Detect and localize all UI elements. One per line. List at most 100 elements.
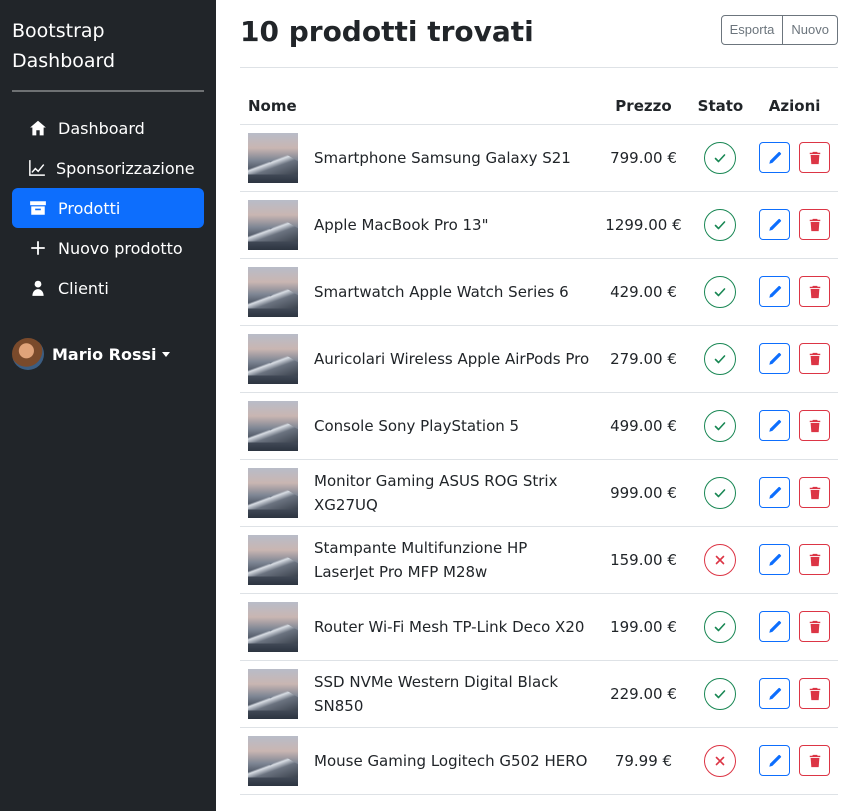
- table-row: SSD NVMe Western Digital Black SN850 229…: [240, 660, 838, 728]
- product-name: Monitor Gaming ASUS ROG Strix XG27UQ: [306, 459, 598, 527]
- new-button[interactable]: Nuovo: [783, 14, 838, 45]
- product-price: 1299.00 €: [597, 191, 690, 259]
- sidebar-item-dashboard[interactable]: Dashboard: [12, 108, 204, 148]
- edit-button[interactable]: [759, 209, 791, 240]
- table-row: Apple MacBook Pro 13" 1299.00 €: [240, 191, 838, 259]
- table-row: Console Sony PlayStation 5 499.00 €: [240, 392, 838, 460]
- page-header: 10 prodotti trovati Esporta Nuovo: [240, 0, 838, 68]
- status-error-icon: [704, 543, 737, 576]
- edit-button[interactable]: [759, 745, 791, 776]
- trash-icon: [809, 352, 820, 365]
- edit-button[interactable]: [759, 343, 791, 374]
- user-icon: [28, 278, 48, 298]
- product-image-cell: [240, 258, 306, 326]
- edit-button[interactable]: [759, 678, 791, 709]
- product-thumbnail: [248, 199, 298, 250]
- brand-line-2: Dashboard: [12, 50, 116, 72]
- status-error-icon: [704, 744, 737, 777]
- sidebar-item-nuovo-prodotto[interactable]: Nuovo prodotto: [12, 228, 204, 268]
- pencil-icon: [769, 419, 781, 432]
- trash-icon: [809, 486, 820, 499]
- page-title: 10 prodotti trovati: [240, 15, 534, 48]
- product-actions: [751, 593, 838, 661]
- header-actions: Esporta Nuovo: [720, 14, 838, 45]
- table-row: Router Wi-Fi Mesh TP-Link Deco X20 199.0…: [240, 593, 838, 661]
- pencil-icon: [769, 687, 781, 700]
- edit-button[interactable]: [759, 544, 791, 575]
- sidebar-item-sponsorizzazione[interactable]: Sponsorizzazione: [12, 148, 204, 188]
- status-ok-icon: [704, 476, 737, 509]
- plus-icon: [28, 238, 48, 258]
- home-icon: [28, 118, 48, 138]
- status-ok-icon: [704, 610, 737, 643]
- product-thumbnail: [248, 735, 298, 786]
- product-image-cell: [240, 660, 306, 728]
- sidebar: Bootstrap Dashboard Dashboard Sponsorizz…: [0, 0, 216, 811]
- product-price: 79.99 €: [597, 727, 690, 795]
- product-status-cell: [689, 526, 752, 594]
- trash-icon: [809, 151, 820, 164]
- product-thumbnail: [248, 668, 298, 719]
- product-actions: [751, 325, 838, 393]
- product-image-cell: [240, 593, 306, 661]
- product-actions: [751, 258, 838, 326]
- product-thumbnail: [248, 132, 298, 183]
- product-actions: [751, 392, 838, 460]
- table-row: Monitor Gaming ASUS ROG Strix XG27UQ 999…: [240, 459, 838, 527]
- products-table: Nome Prezzo Stato Azioni Smartphone Sams…: [240, 88, 838, 795]
- product-price: 429.00 €: [597, 258, 690, 326]
- sidebar-item-label: Sponsorizzazione: [56, 158, 195, 178]
- delete-button[interactable]: [799, 745, 830, 776]
- product-thumbnail: [248, 601, 298, 652]
- user-name: Mario Rossi: [52, 344, 157, 364]
- delete-button[interactable]: [799, 209, 830, 240]
- delete-button[interactable]: [799, 477, 830, 508]
- edit-button[interactable]: [759, 276, 791, 307]
- brand[interactable]: Bootstrap Dashboard: [12, 16, 204, 90]
- delete-button[interactable]: [799, 142, 830, 173]
- product-price: 199.00 €: [597, 593, 690, 661]
- sidebar-item-label: Dashboard: [58, 118, 145, 138]
- export-button[interactable]: Esporta: [720, 14, 784, 45]
- product-name: Smartphone Samsung Galaxy S21: [306, 124, 598, 192]
- delete-button[interactable]: [799, 276, 830, 307]
- product-thumbnail: [248, 333, 298, 384]
- edit-button[interactable]: [759, 477, 791, 508]
- delete-button[interactable]: [799, 611, 830, 642]
- table-body: Smartphone Samsung Galaxy S21 799.00 € A…: [240, 124, 838, 795]
- archive-box-icon: [28, 198, 48, 218]
- product-image-cell: [240, 459, 306, 527]
- pencil-icon: [769, 620, 781, 633]
- product-status-cell: [689, 191, 752, 259]
- caret-down-icon: [161, 351, 170, 357]
- delete-button[interactable]: [799, 544, 830, 575]
- product-actions: [751, 459, 838, 527]
- sidebar-item-prodotti[interactable]: Prodotti: [12, 188, 204, 228]
- user-menu[interactable]: Mario Rossi: [12, 338, 204, 370]
- edit-button[interactable]: [759, 611, 791, 642]
- product-price: 799.00 €: [597, 124, 690, 192]
- product-thumbnail: [248, 467, 298, 518]
- product-image-cell: [240, 191, 306, 259]
- product-image-cell: [240, 392, 306, 460]
- trash-icon: [809, 620, 820, 633]
- status-ok-icon: [704, 275, 737, 308]
- delete-button[interactable]: [799, 343, 830, 374]
- trash-icon: [809, 285, 820, 298]
- pencil-icon: [769, 553, 781, 566]
- table-row: Auricolari Wireless Apple AirPods Pro 27…: [240, 325, 838, 393]
- product-name: Auricolari Wireless Apple AirPods Pro: [306, 325, 598, 393]
- edit-button[interactable]: [759, 410, 791, 441]
- sidebar-item-label: Clienti: [58, 278, 109, 298]
- product-actions: [751, 526, 838, 594]
- product-image-cell: [240, 325, 306, 393]
- pencil-icon: [769, 151, 781, 164]
- edit-button[interactable]: [759, 142, 791, 173]
- pencil-icon: [769, 754, 781, 767]
- table-row: Mouse Gaming Logitech G502 HERO 79.99 €: [240, 727, 838, 795]
- delete-button[interactable]: [799, 410, 830, 441]
- trash-icon: [809, 553, 820, 566]
- delete-button[interactable]: [799, 678, 830, 709]
- sidebar-item-clienti[interactable]: Clienti: [12, 268, 204, 308]
- product-actions: [751, 660, 838, 728]
